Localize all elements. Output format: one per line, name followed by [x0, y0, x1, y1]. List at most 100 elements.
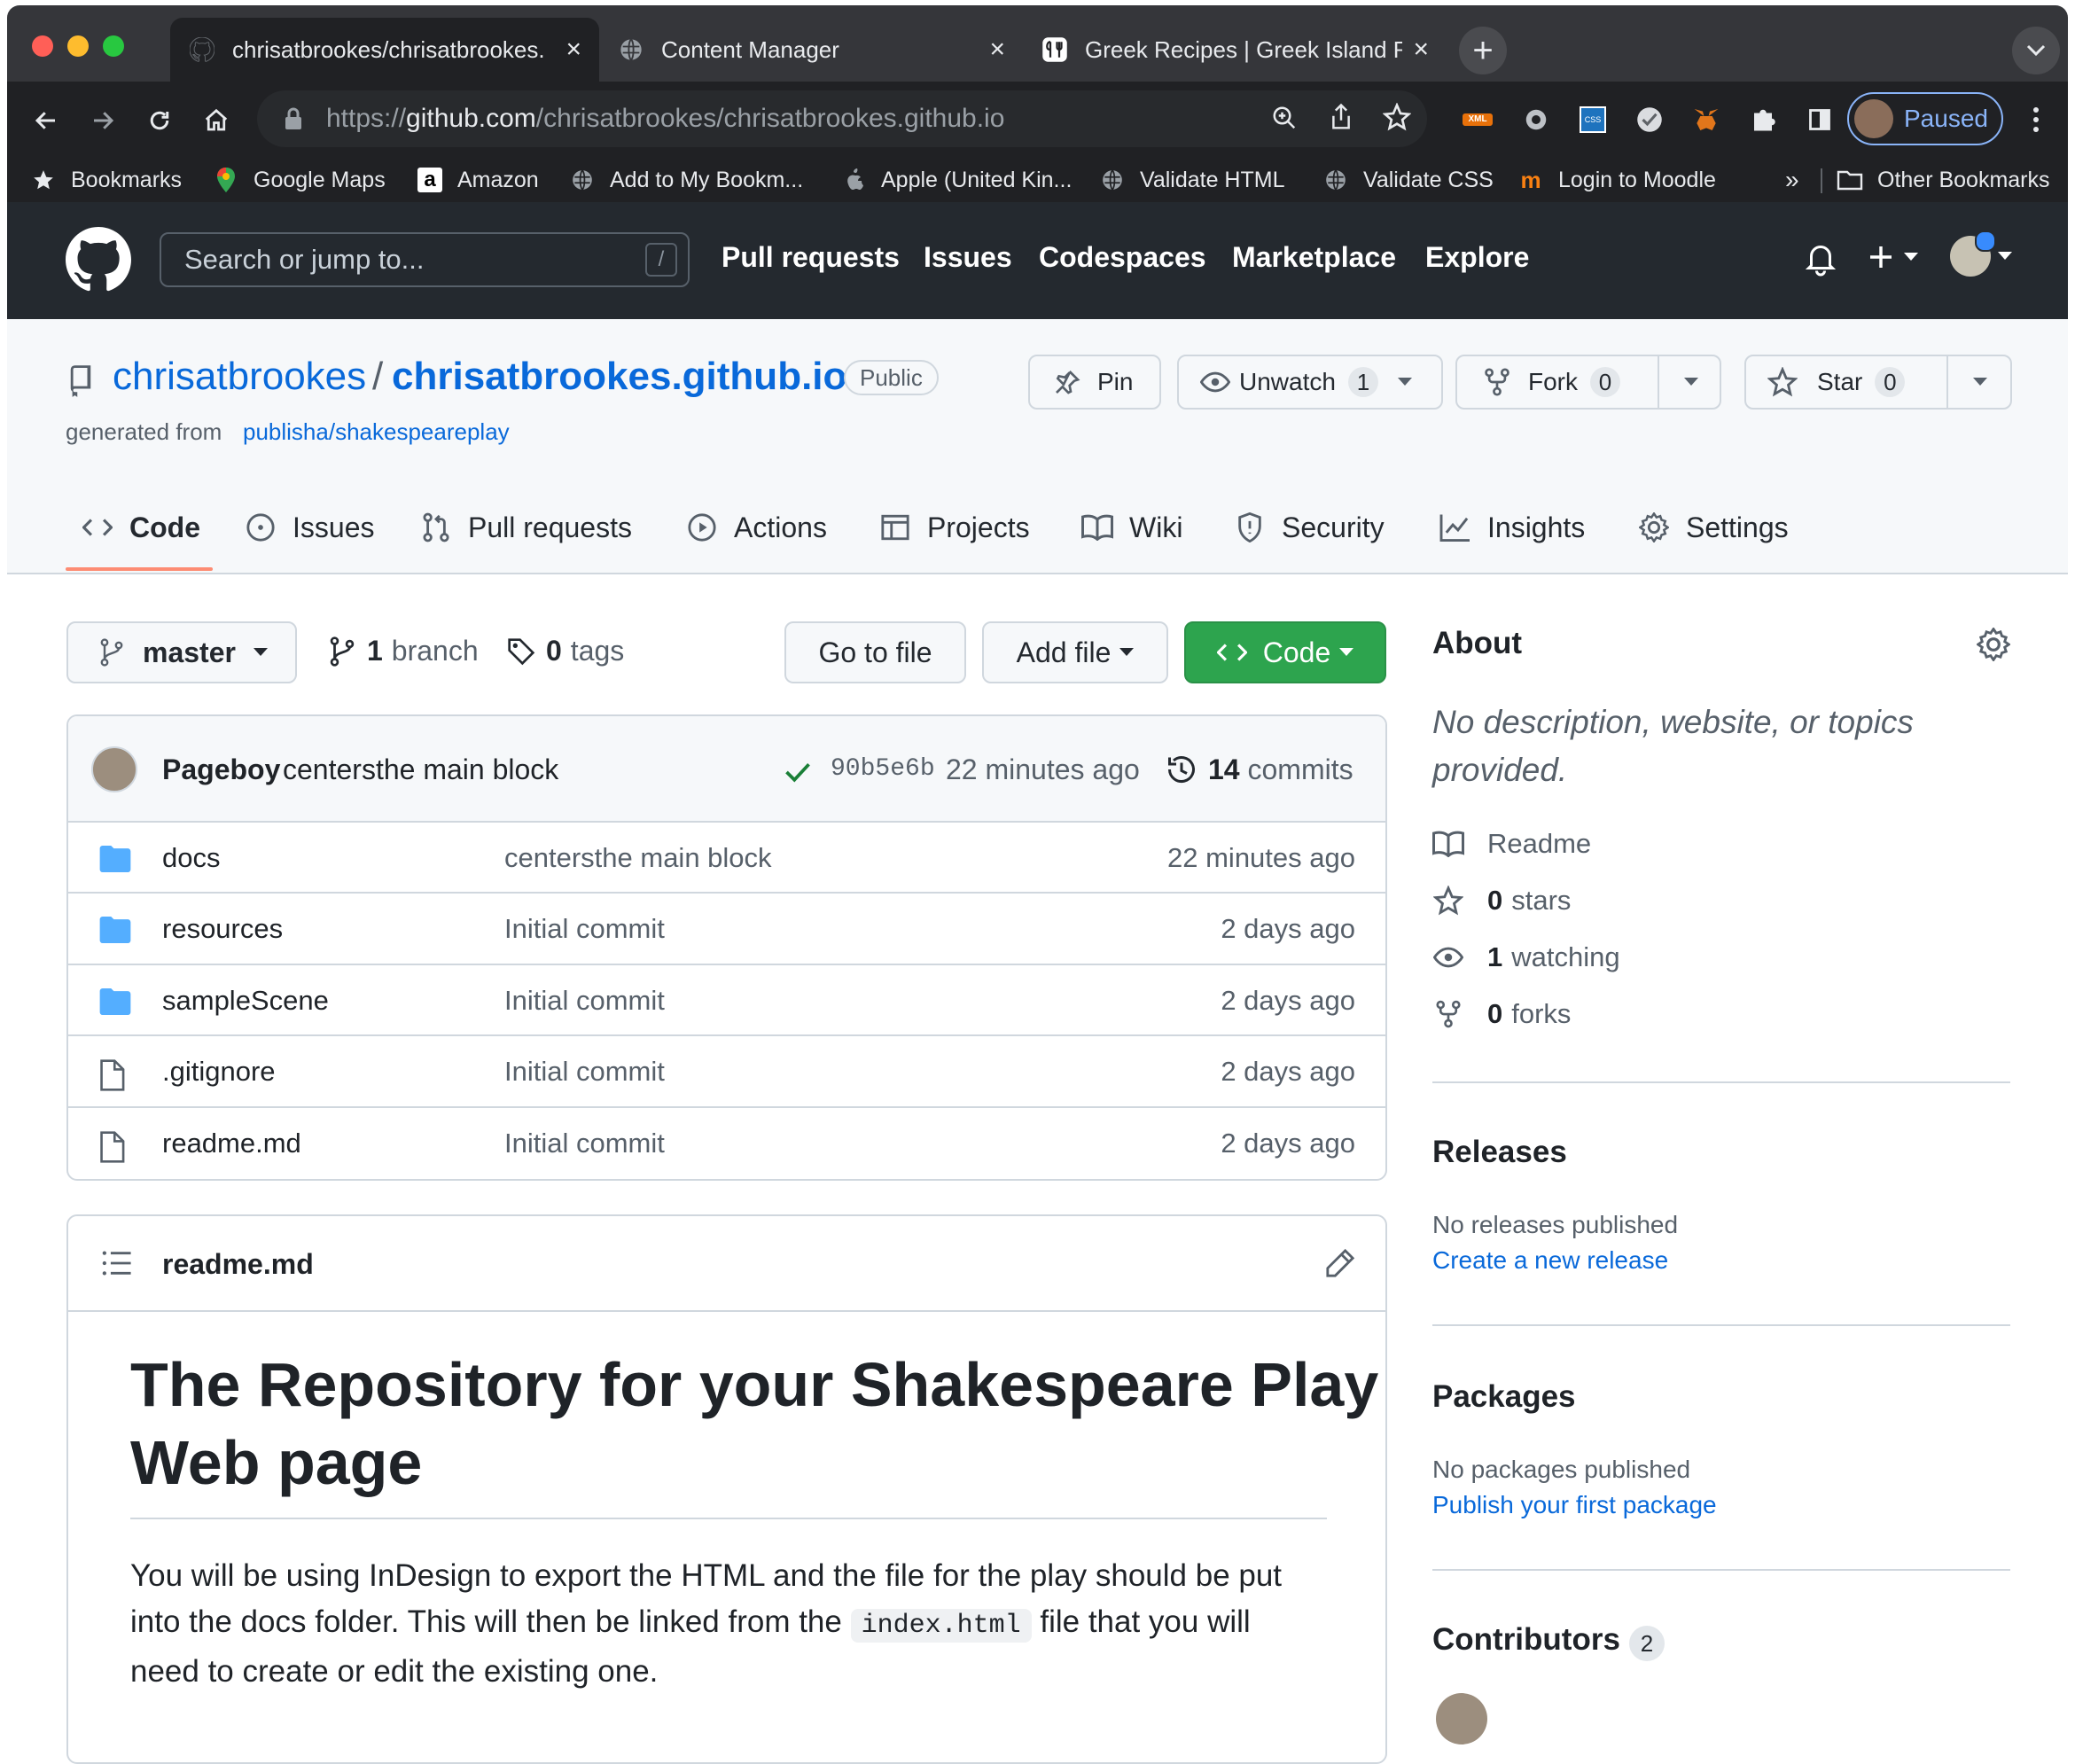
bookmark-item[interactable]: m Login to Moodle [1517, 158, 1715, 202]
bookmark-item[interactable]: Validate CSS [1322, 158, 1494, 202]
commit-message[interactable]: Initial commit [504, 1128, 665, 1159]
share-icon[interactable] [1328, 103, 1354, 138]
avatar[interactable] [1436, 1693, 1487, 1744]
readme-filename[interactable]: readme.md [162, 1248, 314, 1281]
file-name[interactable]: resources [162, 913, 283, 945]
tags-link[interactable]: 0 tags [507, 635, 624, 667]
create-release-link[interactable]: Create a new release [1432, 1246, 1668, 1275]
close-icon[interactable]: × [566, 35, 581, 65]
metamask-icon[interactable] [1686, 99, 1727, 140]
file-name[interactable]: .gitignore [162, 1056, 276, 1088]
address-bar[interactable]: https://github.com/chrisatbrookes/chrisa… [257, 90, 1427, 147]
css-extension-icon[interactable]: CSS [1572, 99, 1613, 140]
publish-package-link[interactable]: Publish your first package [1432, 1491, 1717, 1519]
unwatch-button[interactable]: Unwatch 1 [1177, 355, 1443, 410]
table-row[interactable]: resources Initial commit 2 days ago [68, 892, 1385, 964]
go-to-file-button[interactable]: Go to file [784, 621, 966, 683]
bookmarks-overflow-button[interactable]: » [1785, 158, 1799, 202]
nav-pull-requests[interactable]: Pull requests [722, 241, 900, 274]
table-row[interactable]: sampleScene Initial commit 2 days ago [68, 963, 1385, 1036]
fork-button[interactable]: Fork 0 [1455, 355, 1721, 410]
close-icon[interactable]: × [989, 35, 1005, 65]
pencil-icon[interactable] [1325, 1248, 1355, 1278]
minimize-window-button[interactable] [67, 35, 89, 57]
nav-issues[interactable]: Issues [924, 241, 1012, 274]
user-menu-button[interactable] [1950, 230, 2012, 277]
bookmark-item[interactable]: Add to My Bookm... [569, 158, 803, 202]
bookmark-item[interactable]: Bookmarks [30, 158, 182, 202]
xml-extension-icon[interactable]: XML [1457, 99, 1498, 140]
home-button[interactable] [191, 96, 241, 145]
bookmark-item[interactable]: Apple (United Kin... [840, 158, 1072, 202]
avatar[interactable] [91, 746, 137, 792]
settings-extension-icon[interactable] [1516, 99, 1556, 140]
check-extension-icon[interactable] [1629, 99, 1670, 140]
new-tab-button[interactable]: + [1459, 27, 1507, 74]
tab-actions[interactable]: Actions [686, 501, 827, 554]
commit-message[interactable]: centersthe main block [504, 842, 772, 874]
tab-issues[interactable]: Issues [245, 501, 374, 554]
back-button[interactable] [21, 96, 71, 145]
tab-settings[interactable]: Settings [1638, 501, 1789, 554]
commit-message[interactable]: Initial commit [504, 1056, 665, 1088]
close-icon[interactable]: × [1413, 35, 1429, 65]
tab-github[interactable]: chrisatbrookes/chrisatbrookes. × [170, 18, 599, 82]
commits-link[interactable]: 14 commits [1208, 753, 1353, 786]
gear-icon[interactable] [1977, 628, 2010, 661]
zoom-icon[interactable] [1271, 105, 1298, 138]
table-row[interactable]: docs centersthe main block 22 minutes ago [68, 821, 1385, 894]
star-button[interactable]: Star 0 [1744, 355, 2012, 410]
bell-icon[interactable] [1805, 241, 1837, 281]
search-input[interactable]: Search or jump to... / [160, 232, 690, 287]
nav-marketplace[interactable]: Marketplace [1232, 241, 1396, 274]
watching-link[interactable]: 1 watching [1432, 941, 1620, 973]
tab-wiki[interactable]: Wiki [1081, 501, 1182, 554]
other-bookmarks[interactable]: Other Bookmarks [1837, 158, 2050, 202]
forward-button[interactable] [78, 96, 128, 145]
create-new-button[interactable] [1867, 243, 1918, 271]
template-link[interactable]: publisha/shakespeareplay [243, 418, 510, 446]
more-menu-icon[interactable] [2016, 99, 2056, 140]
commit-sha[interactable]: 90b5e6b [831, 755, 935, 783]
commit-message[interactable]: Initial commit [504, 985, 665, 1017]
branches-link[interactable]: 1 branch [330, 635, 479, 667]
tab-security[interactable]: Security [1234, 501, 1385, 554]
list-icon[interactable] [102, 1250, 132, 1276]
add-file-button[interactable]: Add file [982, 621, 1168, 683]
file-name[interactable]: readme.md [162, 1128, 301, 1159]
tab-projects[interactable]: Projects [879, 501, 1030, 554]
commit-message[interactable]: Initial commit [504, 913, 665, 945]
maximize-window-button[interactable] [103, 35, 124, 57]
tab-pull-requests[interactable]: Pull requests [420, 501, 632, 554]
code-button[interactable]: Code [1184, 621, 1386, 683]
repo-name-link[interactable]: chrisatbrookes.github.io [392, 355, 846, 399]
close-window-button[interactable] [32, 35, 53, 57]
contributors-title[interactable]: Contributors [1432, 1622, 1620, 1658]
reload-button[interactable] [135, 96, 184, 145]
tab-insights[interactable]: Insights [1439, 501, 1585, 554]
bookmark-item[interactable]: Google Maps [213, 158, 386, 202]
bookmark-item[interactable]: a Amazon [417, 158, 539, 202]
nav-explore[interactable]: Explore [1425, 241, 1529, 274]
branch-selector[interactable]: master [66, 621, 297, 683]
extensions-puzzle-icon[interactable] [1743, 99, 1783, 140]
caret-down-icon[interactable] [1973, 378, 1987, 386]
tab-code[interactable]: Code [82, 501, 200, 554]
repo-owner-link[interactable]: chrisatbrookes [113, 355, 366, 399]
releases-title[interactable]: Releases [1432, 1135, 1567, 1170]
bookmark-item[interactable]: Validate HTML [1099, 158, 1285, 202]
tab-greek-recipes[interactable]: Greek Recipes | Greek Island R × [1023, 18, 1447, 82]
caret-down-icon[interactable] [1684, 378, 1698, 386]
packages-title[interactable]: Packages [1432, 1379, 1576, 1415]
readme-link[interactable]: Readme [1432, 828, 1591, 860]
tab-search-button[interactable] [2012, 27, 2060, 74]
file-name[interactable]: sampleScene [162, 985, 329, 1017]
github-logo-icon[interactable] [66, 227, 131, 297]
side-panel-icon[interactable] [1799, 99, 1840, 140]
table-row[interactable]: .gitignore Initial commit 2 days ago [68, 1034, 1385, 1107]
table-row[interactable]: readme.md Initial commit 2 days ago [68, 1105, 1385, 1179]
tab-content-manager[interactable]: Content Manager × [599, 18, 1023, 82]
bookmark-star-icon[interactable] [1382, 102, 1412, 138]
profile-button[interactable]: Paused [1847, 92, 2003, 145]
nav-codespaces[interactable]: Codespaces [1039, 241, 1206, 274]
